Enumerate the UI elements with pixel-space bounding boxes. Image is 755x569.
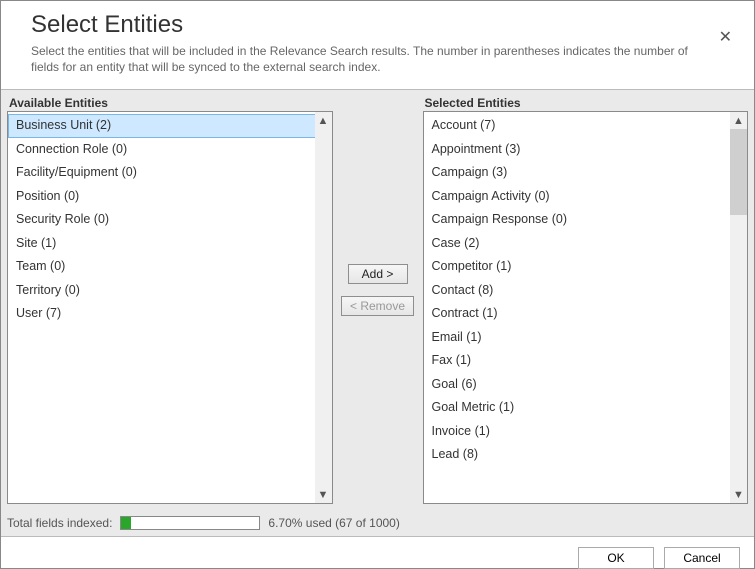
index-usage-footer: Total fields indexed: 6.70% used (67 of … <box>1 510 754 536</box>
index-usage-label: Total fields indexed: <box>7 516 112 530</box>
close-icon: ✕ <box>719 29 732 46</box>
close-button[interactable]: ✕ <box>719 27 732 47</box>
transfer-buttons: Add > < Remove <box>339 90 417 510</box>
selected-item[interactable]: Invoice (1) <box>424 420 748 444</box>
scroll-down-icon[interactable]: ▼ <box>730 486 747 503</box>
selected-item[interactable]: Appointment (3) <box>424 138 748 162</box>
available-item[interactable]: User (7) <box>8 302 332 326</box>
scroll-down-icon[interactable]: ▼ <box>315 486 332 503</box>
selected-column: Selected Entities Account (7)Appointment… <box>417 90 755 510</box>
dialog-buttons: OK Cancel <box>1 537 754 569</box>
selected-item[interactable]: Fax (1) <box>424 349 748 373</box>
selected-listbox[interactable]: Account (7)Appointment (3)Campaign (3)Ca… <box>423 111 749 504</box>
selected-item[interactable]: Case (2) <box>424 232 748 256</box>
ok-button[interactable]: OK <box>578 547 654 569</box>
index-usage-text: 6.70% used (67 of 1000) <box>268 516 399 530</box>
dialog-body: Available Entities Business Unit (2)Conn… <box>1 90 754 537</box>
add-button[interactable]: Add > <box>348 264 408 284</box>
available-item[interactable]: Facility/Equipment (0) <box>8 161 332 185</box>
available-item[interactable]: Position (0) <box>8 185 332 209</box>
selected-scrollbar[interactable]: ▲ ▼ <box>730 112 747 503</box>
index-usage-fill <box>121 517 130 529</box>
available-item[interactable]: Team (0) <box>8 255 332 279</box>
dialog-header: Select Entities Select the entities that… <box>1 1 754 90</box>
entity-picker: Available Entities Business Unit (2)Conn… <box>1 90 754 510</box>
select-entities-dialog: ✕ Select Entities Select the entities th… <box>0 0 755 569</box>
selected-item[interactable]: Lead (8) <box>424 443 748 467</box>
dialog-title: Select Entities <box>31 11 724 39</box>
selected-item[interactable]: Email (1) <box>424 326 748 350</box>
scroll-up-icon[interactable]: ▲ <box>315 112 332 129</box>
scrollbar-thumb[interactable] <box>730 129 747 215</box>
scroll-up-icon[interactable]: ▲ <box>730 112 747 129</box>
selected-item[interactable]: Contact (8) <box>424 279 748 303</box>
selected-item[interactable]: Goal (6) <box>424 373 748 397</box>
available-column: Available Entities Business Unit (2)Conn… <box>1 90 339 510</box>
cancel-button[interactable]: Cancel <box>664 547 740 569</box>
available-scrollbar[interactable]: ▲ ▼ <box>315 112 332 503</box>
selected-item[interactable]: Account (7) <box>424 114 748 138</box>
available-item[interactable]: Territory (0) <box>8 279 332 303</box>
selected-label: Selected Entities <box>423 94 749 111</box>
selected-item[interactable]: Contract (1) <box>424 302 748 326</box>
available-item[interactable]: Connection Role (0) <box>8 138 332 162</box>
selected-item[interactable]: Competitor (1) <box>424 255 748 279</box>
selected-item[interactable]: Goal Metric (1) <box>424 396 748 420</box>
available-item[interactable]: Business Unit (2) <box>8 114 332 138</box>
remove-button[interactable]: < Remove <box>341 296 414 316</box>
selected-item[interactable]: Campaign (3) <box>424 161 748 185</box>
available-item[interactable]: Site (1) <box>8 232 332 256</box>
selected-item[interactable]: Campaign Activity (0) <box>424 185 748 209</box>
index-usage-bar <box>120 516 260 530</box>
available-label: Available Entities <box>7 94 333 111</box>
available-listbox[interactable]: Business Unit (2)Connection Role (0)Faci… <box>7 111 333 504</box>
dialog-description: Select the entities that will be include… <box>31 43 711 75</box>
available-item[interactable]: Security Role (0) <box>8 208 332 232</box>
selected-item[interactable]: Campaign Response (0) <box>424 208 748 232</box>
